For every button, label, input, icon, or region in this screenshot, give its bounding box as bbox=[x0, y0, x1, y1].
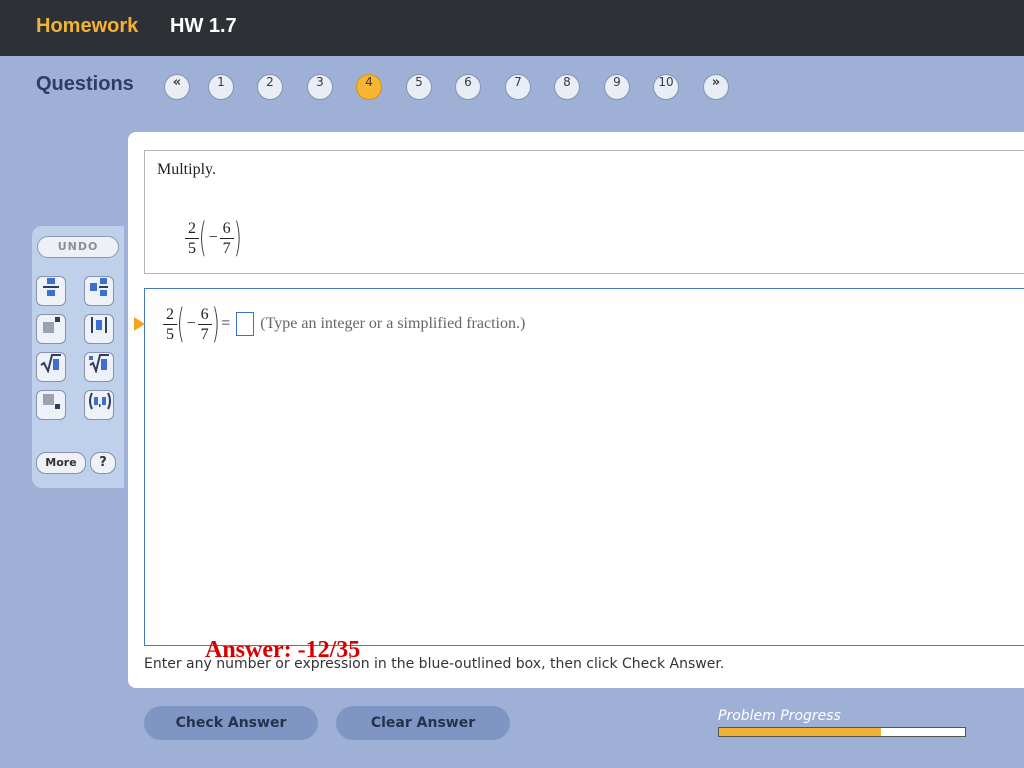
questions-label: Questions bbox=[36, 73, 134, 95]
problem-progress-label: Problem Progress bbox=[718, 708, 841, 724]
absolute-value-icon[interactable] bbox=[84, 314, 114, 344]
question-card: Multiply. 2 5 (− 6 7 ) 2 5 (− 6 7 ) = (Typ… bbox=[128, 132, 1024, 688]
homework-label[interactable]: Homework bbox=[36, 15, 138, 38]
answer-hint: (Type an integer or a simplified fractio… bbox=[260, 315, 526, 332]
answer-instructions: Enter any number or expression in the bl… bbox=[144, 656, 725, 672]
fraction-b: 6 7 bbox=[219, 219, 234, 258]
question-7-button[interactable]: 7 bbox=[505, 74, 531, 100]
answer-input[interactable] bbox=[236, 312, 255, 336]
answer-expression: 2 5 (− 6 7 ) = (Type an integer or a simpl… bbox=[163, 301, 525, 347]
problem-progress-fill bbox=[719, 728, 882, 736]
equals-sign: = bbox=[221, 315, 231, 332]
mixed-number-icon[interactable] bbox=[84, 276, 114, 306]
subscript-icon[interactable] bbox=[36, 390, 66, 420]
question-navigation: Questions « 1 2 3 4 5 6 7 8 9 10 » bbox=[0, 56, 1024, 116]
exponent-icon[interactable] bbox=[36, 314, 66, 344]
clear-answer-button[interactable]: Clear Answer bbox=[336, 706, 510, 740]
question-6-button[interactable]: 6 bbox=[455, 74, 481, 100]
nth-root-icon[interactable] bbox=[84, 352, 114, 382]
next-question-button[interactable]: » bbox=[703, 74, 729, 100]
assignment-title: HW 1.7 bbox=[170, 15, 237, 37]
check-answer-button[interactable]: Check Answer bbox=[144, 706, 318, 740]
problem-statement: Multiply. 2 5 (− 6 7 ) bbox=[144, 150, 1024, 274]
current-step-pointer-icon bbox=[134, 317, 145, 331]
math-tool-palette: UNDO More ? bbox=[32, 226, 124, 488]
question-1-button[interactable]: 1 bbox=[208, 74, 234, 100]
question-3-button[interactable]: 3 bbox=[307, 74, 333, 100]
square-root-icon[interactable] bbox=[36, 352, 66, 382]
question-4-button[interactable]: 4 bbox=[356, 74, 382, 100]
problem-expression: 2 5 (− 6 7 ) bbox=[185, 215, 241, 261]
question-10-button[interactable]: 10 bbox=[653, 74, 679, 100]
problem-instruction: Multiply. bbox=[157, 161, 216, 178]
question-2-button[interactable]: 2 bbox=[257, 74, 283, 100]
answer-area: 2 5 (− 6 7 ) = (Type an integer or a simpl… bbox=[144, 288, 1024, 663]
undo-button[interactable]: UNDO bbox=[37, 236, 119, 258]
question-9-button[interactable]: 9 bbox=[604, 74, 630, 100]
ordered-pair-icon[interactable] bbox=[84, 390, 114, 420]
question-8-button[interactable]: 8 bbox=[554, 74, 580, 100]
fraction-a: 2 5 bbox=[185, 219, 199, 258]
top-bar: Homework HW 1.7 bbox=[0, 0, 1024, 56]
minus-sign: − bbox=[208, 229, 218, 246]
problem-progress-bar bbox=[718, 727, 966, 737]
help-button[interactable]: ? bbox=[90, 452, 116, 474]
question-5-button[interactable]: 5 bbox=[406, 74, 432, 100]
previous-question-button[interactable]: « bbox=[164, 74, 190, 100]
fraction-icon[interactable] bbox=[36, 276, 66, 306]
more-tools-button[interactable]: More bbox=[36, 452, 86, 474]
